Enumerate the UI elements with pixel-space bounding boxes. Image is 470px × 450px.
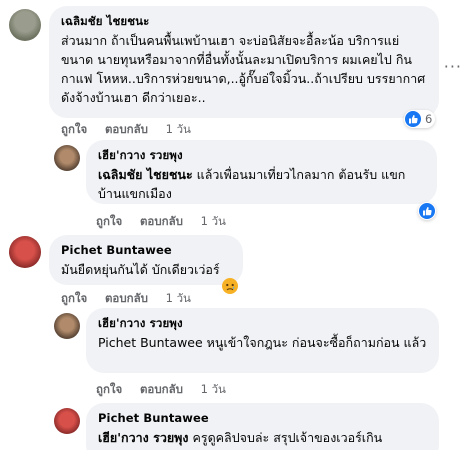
avatar[interactable]: [9, 236, 41, 268]
comment-bubble: เฮีย'กวาง รวยพุง เฉลิมชัย ไชยชนะ แล้วเพื…: [86, 140, 437, 204]
avatar[interactable]: [54, 408, 80, 434]
more-options-icon[interactable]: ···: [444, 57, 462, 76]
sad-reaction[interactable]: [222, 278, 238, 294]
mention-link[interactable]: เฉลิมชัย ไชยชนะ: [98, 167, 193, 182]
mention-link[interactable]: เฮีย'กวาง รวยพุง: [98, 430, 189, 445]
comment-author[interactable]: เฮีย'กวาง รวยพุง: [98, 315, 427, 331]
comment-actions: ถูกใจ ตอบกลับ 1 วัน: [61, 290, 205, 308]
comment-body: หนูเข้าใจกฎนะ ก่อนจะซื้อก็ถามก่อน แล้ว: [202, 335, 427, 350]
thumbs-up-icon: [419, 203, 435, 219]
comment-text: มันยืดหยุ่นกันได้ บักเดียวเว่อร์: [61, 262, 220, 277]
comment-text: ส่วนมาก ถ้าเป็นคนพื้นเพบ้านเฮา จะบ่อนิสั…: [61, 33, 426, 105]
comment-bubble: Pichet Buntawee มันยืดหยุ่นกันได้ บักเดี…: [49, 235, 243, 285]
comment-time[interactable]: 1 วัน: [201, 382, 226, 396]
comment-body: ครูดูคลิปจบล่ะ สรุปเจ้าของเวอร์เกิน: [188, 430, 383, 445]
comment-bubble: เฮีย'กวาง รวยพุง Pichet Buntawee หนูเข้า…: [86, 308, 439, 373]
comment-text: Pichet Buntawee หนูเข้าใจกฎนะ ก่อนจะซื้อ…: [98, 333, 427, 352]
comment-bubble: Pichet Buntawee เฮีย'กวาง รวยพุง ครูดูคล…: [86, 403, 439, 450]
comment-actions: ถูกใจ ตอบกลับ 1 วัน: [96, 381, 240, 399]
comment-author[interactable]: Pichet Buntawee: [98, 410, 427, 426]
like-button[interactable]: ถูกใจ: [61, 291, 87, 305]
comment-actions: ถูกใจ ตอบกลับ 1 วัน: [96, 213, 240, 231]
avatar[interactable]: [9, 9, 41, 41]
comment-bubble: เฉลิมชัย ไชยชนะ ส่วนมาก ถ้าเป็นคนพื้นเพบ…: [49, 6, 439, 118]
comment-author[interactable]: เฮีย'กวาง รวยพุง: [98, 147, 425, 163]
comment-author[interactable]: เฉลิมชัย ไชยชนะ: [61, 13, 427, 29]
reaction-count: 6: [425, 112, 433, 126]
avatar[interactable]: [54, 313, 80, 339]
avatar[interactable]: [54, 145, 80, 171]
comment-time[interactable]: 1 วัน: [166, 122, 191, 136]
like-button[interactable]: ถูกใจ: [96, 382, 122, 396]
like-button[interactable]: ถูกใจ: [61, 122, 87, 136]
reaction-summary[interactable]: [418, 202, 436, 220]
comment-time[interactable]: 1 วัน: [166, 291, 191, 305]
comment-actions: ถูกใจ ตอบกลับ 1 วัน: [61, 121, 205, 139]
thumbs-up-icon: [405, 111, 421, 127]
reply-button[interactable]: ตอบกลับ: [105, 291, 148, 305]
reaction-summary[interactable]: 6: [404, 110, 436, 128]
reply-button[interactable]: ตอบกลับ: [140, 382, 183, 396]
comment-text: เฮีย'กวาง รวยพุง ครูดูคลิปจบล่ะ สรุปเจ้า…: [98, 428, 427, 447]
like-button[interactable]: ถูกใจ: [96, 214, 122, 228]
comment-time[interactable]: 1 วัน: [201, 214, 226, 228]
comment-text: เฉลิมชัย ไชยชนะ แล้วเพื่อนมาเที่ยวไกลมาก…: [98, 165, 425, 203]
reply-button[interactable]: ตอบกลับ: [105, 122, 148, 136]
reply-button[interactable]: ตอบกลับ: [140, 214, 183, 228]
sad-face-icon: [222, 278, 238, 294]
mention-link[interactable]: Pichet Buntawee: [98, 335, 203, 350]
comment-author[interactable]: Pichet Buntawee: [61, 242, 231, 258]
